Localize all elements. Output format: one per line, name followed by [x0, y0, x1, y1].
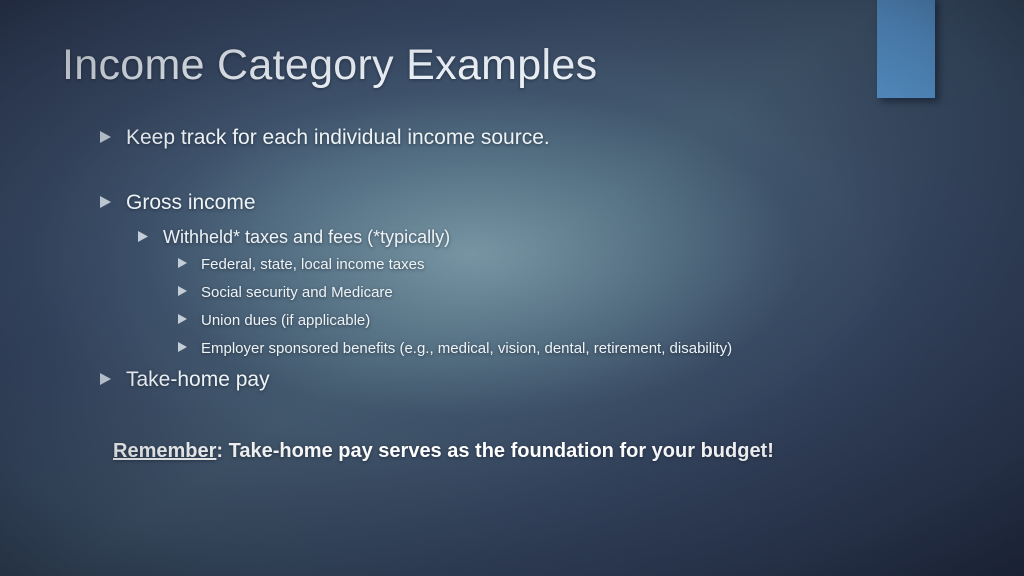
triangle-right-icon — [100, 131, 126, 143]
triangle-right-icon — [138, 231, 163, 242]
bullet-text: Federal, state, local income taxes — [201, 256, 425, 273]
bullet-item-social-security: Social security and Medicare — [0, 284, 1024, 312]
triangle-right-icon — [178, 342, 201, 352]
closing-statement: Remember: Take-home pay serves as the fo… — [113, 440, 774, 463]
bullet-item-federal-taxes: Federal, state, local income taxes — [0, 256, 1024, 284]
bullet-item-take-home-pay: Take-home pay — [0, 368, 1024, 404]
bullet-text: Take-home pay — [126, 368, 270, 391]
slide-title: Income Category Examples — [62, 41, 598, 89]
bullet-item-gross-income: Gross income — [0, 191, 1024, 227]
triangle-right-icon — [100, 196, 126, 208]
bullet-text: Union dues (if applicable) — [201, 312, 371, 329]
bullet-item-keep-track: Keep track for each individual income so… — [0, 126, 1024, 162]
accent-rectangle — [877, 0, 935, 98]
closing-rest-text: : Take-home pay serves as the foundation… — [216, 440, 774, 462]
triangle-right-icon — [178, 314, 201, 324]
bullet-text: Keep track for each individual income so… — [126, 126, 550, 149]
bullet-text: Gross income — [126, 191, 256, 214]
bullet-text: Withheld* taxes and fees (*typically) — [163, 227, 451, 247]
bullet-item-withheld-taxes: Withheld* taxes and fees (*typically) — [0, 227, 1024, 256]
triangle-right-icon — [178, 258, 201, 268]
bullet-spacer — [0, 162, 1024, 191]
closing-underlined-word: Remember — [113, 440, 217, 462]
bullet-text: Social security and Medicare — [201, 284, 393, 301]
bullet-text: Employer sponsored benefits (e.g., medic… — [201, 340, 733, 357]
bullet-item-employer-benefits: Employer sponsored benefits (e.g., medic… — [0, 340, 1024, 368]
bullet-item-union-dues: Union dues (if applicable) — [0, 312, 1024, 340]
triangle-right-icon — [178, 286, 201, 296]
slide-body: Keep track for each individual income so… — [0, 126, 1024, 404]
presentation-slide: Income Category Examples Keep track for … — [0, 0, 1024, 576]
triangle-right-icon — [100, 373, 126, 385]
